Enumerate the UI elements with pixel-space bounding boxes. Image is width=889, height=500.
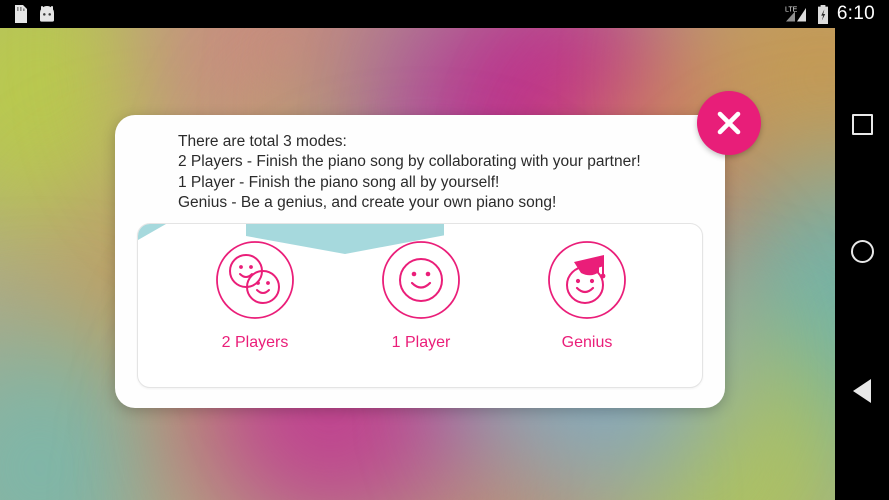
- mode-option-one-player[interactable]: 1 Player: [338, 240, 504, 352]
- status-clock: 6:10: [836, 3, 875, 24]
- lte-signal-icon: LTE: [785, 7, 806, 22]
- close-icon: [717, 111, 741, 135]
- status-icons-left: [0, 4, 57, 24]
- lte-label: LTE: [785, 7, 798, 14]
- info-line-1: 2 Players - Finish the piano song by col…: [178, 153, 641, 171]
- recents-square-icon: [851, 113, 873, 135]
- home-circle-icon: [850, 239, 874, 263]
- nav-home-button[interactable]: [835, 224, 889, 278]
- status-icons-right: LTE 6:10: [785, 3, 889, 25]
- sdcard-icon: [15, 5, 27, 23]
- mode-label-genius: Genius: [561, 334, 613, 351]
- modes-info-text: There are total 3 modes: 2 Players - Fin…: [178, 132, 708, 213]
- mode-selection-panel: 2 Players 1 Player Genius: [137, 223, 703, 388]
- close-dialog-button[interactable]: [697, 91, 761, 155]
- nav-recents-button[interactable]: [835, 97, 889, 151]
- info-line-0: There are total 3 modes:: [178, 133, 347, 150]
- android-status-bar: LTE 6:10: [0, 0, 889, 28]
- mode-option-two-players[interactable]: 2 Players: [172, 240, 338, 352]
- mode-label-two-players: 2 Players: [221, 334, 289, 351]
- modes-dialog: There are total 3 modes: 2 Players - Fin…: [115, 115, 725, 408]
- one-smiley-icon: [382, 241, 460, 319]
- nav-back-button[interactable]: [835, 364, 889, 418]
- mode-list: 2 Players 1 Player Genius: [138, 224, 702, 387]
- device-screen: There are total 3 modes: 2 Players - Fin…: [0, 0, 889, 500]
- android-robot-icon: [40, 6, 54, 22]
- graduate-smiley-icon: [548, 241, 626, 319]
- mode-option-genius[interactable]: Genius: [504, 240, 670, 352]
- info-line-2: 1 Player - Finish the piano song all by …: [178, 173, 500, 191]
- back-triangle-icon: [853, 379, 871, 403]
- mode-label-one-player: 1 Player: [391, 334, 451, 351]
- two-smileys-icon: [216, 241, 294, 319]
- battery-charging-icon: [817, 4, 828, 24]
- info-line-3: Genius - Be a genius, and create your ow…: [178, 193, 557, 211]
- android-navigation-bar: [835, 28, 889, 500]
